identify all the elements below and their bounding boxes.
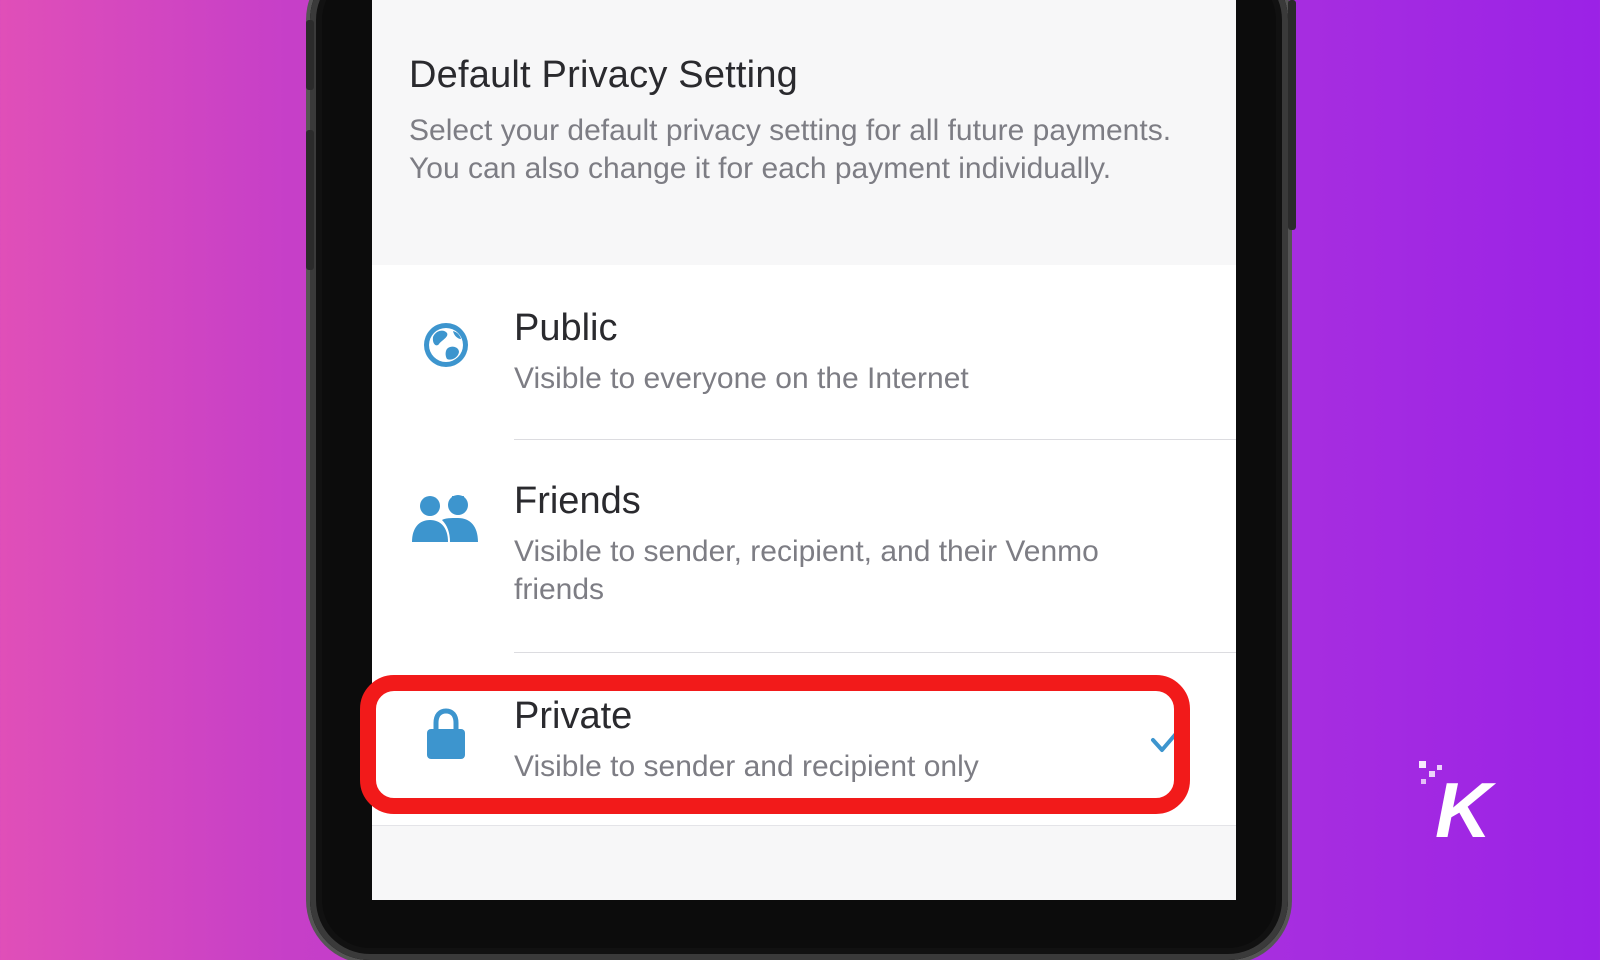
friends-icon bbox=[412, 495, 478, 542]
brand-logo: K bbox=[1419, 761, 1497, 845]
globe-icon bbox=[424, 323, 468, 367]
page-description: Select your default privacy setting for … bbox=[409, 114, 1172, 185]
privacy-option-friends[interactable]: Friends Visible to sender, recipient, an… bbox=[372, 440, 1236, 653]
brand-logo-text: K bbox=[1435, 766, 1497, 845]
bottom-area bbox=[372, 825, 1236, 900]
page-title: Default Privacy Setting bbox=[409, 54, 798, 96]
option-sublabel: Visible to sender, recipient, and their … bbox=[514, 535, 1099, 606]
phone-side-button bbox=[306, 20, 314, 90]
settings-header: Default Privacy Setting Select your defa… bbox=[372, 0, 1236, 265]
phone-side-button bbox=[1288, 0, 1296, 230]
option-label: Friends bbox=[514, 480, 641, 522]
option-sublabel: Visible to everyone on the Internet bbox=[514, 362, 969, 395]
highlight-annotation bbox=[360, 675, 1190, 814]
phone-side-button bbox=[306, 130, 314, 270]
privacy-option-public[interactable]: Public Visible to everyone on the Intern… bbox=[372, 265, 1236, 440]
option-label: Public bbox=[514, 307, 618, 349]
